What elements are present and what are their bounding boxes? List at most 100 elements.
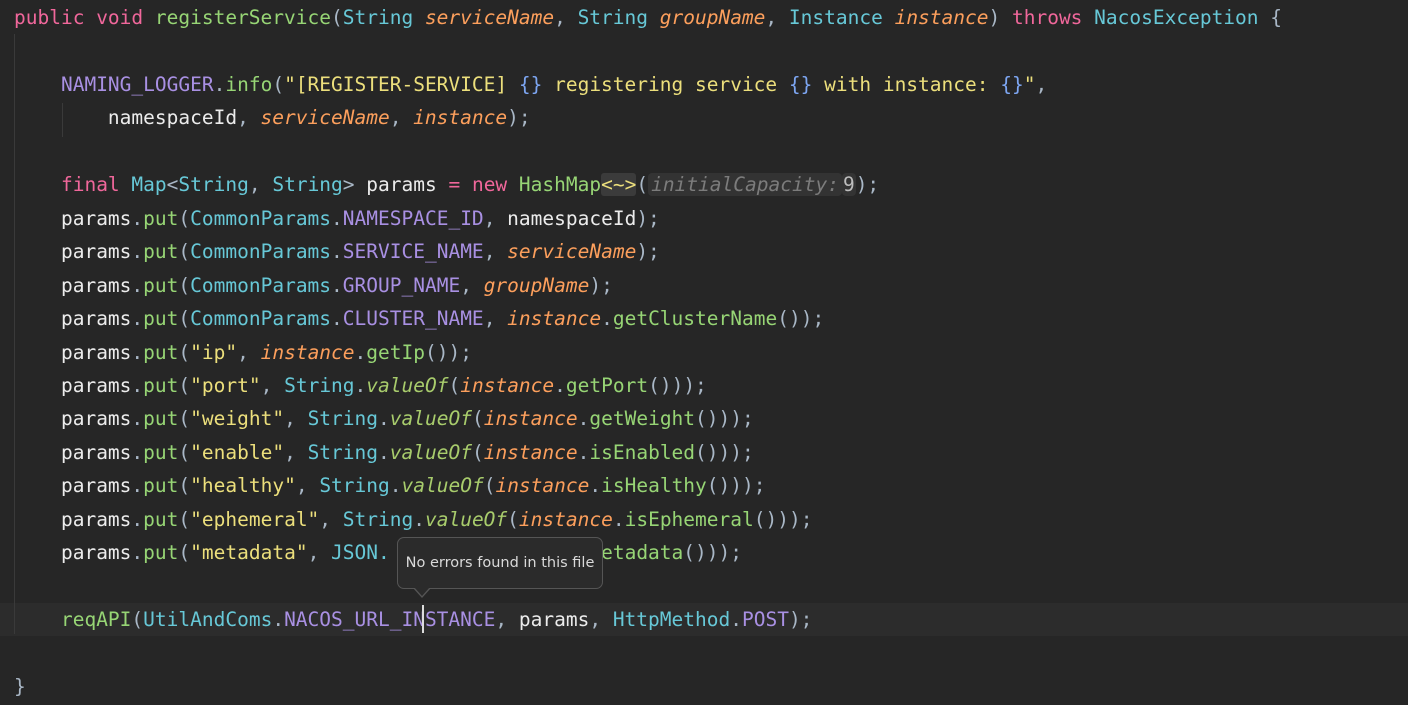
code-token: . [389,474,402,497]
code-token: put [143,407,179,430]
code-line[interactable]: params.put("port", String.valueOf(instan… [14,371,707,401]
code-token: , [389,106,414,129]
code-token: put [143,240,179,263]
code-line[interactable]: } [14,672,26,702]
code-token: CLUSTER_NAME [342,307,484,330]
code-token: . [213,73,226,96]
code-line[interactable]: public void registerService(String servi… [14,3,1282,33]
code-token: . [272,608,285,631]
code-token: . [378,407,390,430]
code-token: with instance: [812,73,1001,96]
tooltip-text: No errors found in this file [405,555,595,571]
code-line[interactable]: params.put(CommonParams.CLUSTER_NAME, in… [14,304,824,334]
code-token: ( [507,508,519,531]
code-token: ); [507,106,531,129]
code-token: > [342,173,367,196]
code-line[interactable]: reqAPI(UtilAndComs.NACOS_URL_INSTANCE, p… [14,605,812,635]
code-token: . [554,374,566,397]
code-token: , [483,240,508,263]
code-token: registerService [154,6,331,29]
code-token: . [131,441,144,464]
code-token: ( [178,474,191,497]
no-errors-tooltip: No errors found in this file [397,537,603,589]
code-token: . [730,608,742,631]
code-line[interactable]: namespaceId, serviceName, instance); [14,103,531,133]
code-token: , [237,106,261,129]
code-token: String [319,474,390,497]
code-line[interactable]: params.put(CommonParams.SERVICE_NAME, se… [14,237,660,267]
code-token: ())); [753,508,813,531]
code-token: String [284,374,355,397]
code-line[interactable]: params.put("ip", instance.getIp()); [14,338,472,368]
code-token: HttpMethod [612,608,731,631]
code-token: HashMap [518,173,602,196]
code-line[interactable]: params.put("enable", String.valueOf(inst… [14,438,754,468]
tooltip-arrow-inner [414,587,430,596]
code-token: , [284,441,308,464]
code-token: groupName [483,274,590,297]
code-token: put [143,508,179,531]
code-token: params [60,240,132,263]
code-token: " [1023,73,1036,96]
code-line[interactable]: params.put(CommonParams.NAMESPACE_ID, na… [14,204,660,234]
code-token: . [131,508,144,531]
code-token: GROUP_NAME [342,274,461,297]
code-token: ( [178,508,191,531]
code-line[interactable]: params.put("ephemeral", String.valueOf(i… [14,505,812,535]
code-line[interactable]: NAMING_LOGGER.info("[REGISTER-SERVICE] {… [14,70,1047,100]
code-token: put [143,207,179,230]
code-token: ); [589,274,613,297]
code-token: "port" [190,374,261,397]
code-token: Map [131,173,167,196]
code-token: params [60,541,132,564]
code-token: public [14,6,97,29]
code-editor[interactable]: public void registerService(String servi… [0,0,1408,705]
code-token: valueOf [389,407,472,430]
code-token: ( [178,274,191,297]
code-token: . [131,307,144,330]
code-token: CommonParams [190,274,332,297]
code-token: < [166,173,179,196]
code-token: String [307,407,379,430]
code-token: params [60,508,132,531]
code-line[interactable]: params.put("healthy", String.valueOf(ins… [14,471,766,501]
code-token: void [96,6,155,29]
code-token: params [518,608,590,631]
code-token: NAMING_LOGGER [60,73,214,96]
code-line[interactable]: params.put("weight", String.valueOf(inst… [14,404,754,434]
code-token: "healthy" [190,474,296,497]
code-token: namespaceId [507,207,637,230]
code-line[interactable]: params.put(CommonParams.GROUP_NAME, grou… [14,271,613,301]
code-token: valueOf [424,508,508,531]
code-token: ( [178,240,191,263]
code-token: , [1035,73,1048,96]
code-line[interactable]: params.put("metadata", JSON. ance.getMet… [14,538,742,568]
code-token: ())); [648,374,707,397]
code-token: , [248,173,273,196]
code-token: {} [788,73,813,96]
code-token: "enable" [190,441,285,464]
code-token: put [143,541,179,564]
code-token: String [342,6,425,29]
code-token: ( [178,541,191,564]
code-line[interactable]: final Map<String, String> params = new H… [14,170,879,200]
code-token: . [331,274,343,297]
code-token: throws [1011,6,1095,29]
code-token: . [131,207,144,230]
code-token: getPort [565,374,649,397]
code-token: "ephemeral" [190,508,320,531]
code-token: 9 [841,173,856,196]
code-token: instance [507,307,602,330]
code-token: ())); [706,474,766,497]
code-token: String [272,173,343,196]
code-token: instance [413,106,508,129]
